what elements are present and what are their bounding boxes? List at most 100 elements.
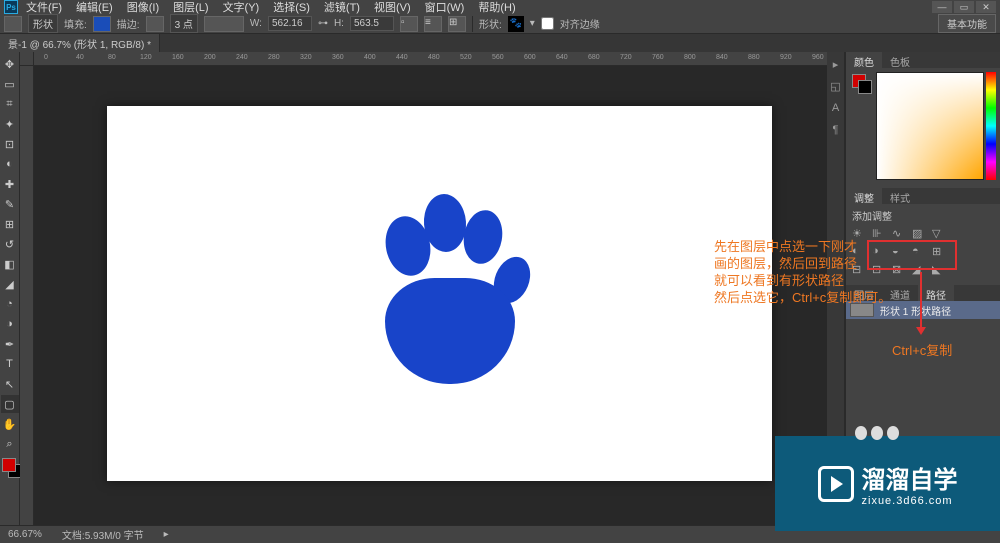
menu-bar: Ps 文件(F) 编辑(E) 图像(I) 图层(L) 文字(Y) 选择(S) 滤…	[0, 0, 1000, 14]
annotation-text: 先在图层中点选一下刚才 画的图层，然后回到路径 就可以看到有形状路径 然后点选它…	[714, 238, 891, 306]
stroke-label: 描边:	[117, 16, 140, 31]
heal-tool[interactable]: ✚	[1, 175, 19, 193]
ruler-corner	[20, 52, 34, 66]
stamp-tool[interactable]: ⊞	[1, 215, 19, 233]
adj-curves-icon[interactable]: ∿	[892, 227, 906, 241]
close-button[interactable]: ✕	[976, 1, 996, 13]
arrange-icon[interactable]: ⊞	[448, 16, 466, 32]
type-tool[interactable]: T	[1, 355, 19, 373]
adjust-title: 添加调整	[852, 208, 994, 223]
canvas[interactable]	[107, 106, 772, 481]
document-tab-bar: 景-1 @ 66.7% (形状 1, RGB/8) *	[0, 34, 1000, 52]
panel-bg-color[interactable]	[858, 80, 872, 94]
watermark-url: zixue.3d66.com	[862, 495, 958, 507]
paw-shape[interactable]	[340, 194, 540, 394]
wand-tool[interactable]: ✦	[1, 115, 19, 133]
lasso-tool[interactable]: ⌗	[1, 95, 19, 113]
color-panel	[846, 68, 1000, 188]
menu-file[interactable]: 文件(F)	[20, 0, 68, 15]
height-input[interactable]	[350, 16, 394, 31]
menu-select[interactable]: 选择(S)	[267, 0, 316, 15]
hand-tool[interactable]: ✋	[1, 415, 19, 433]
blur-tool[interactable]: ◔	[1, 295, 19, 313]
fill-label: 填充:	[64, 16, 87, 31]
adjust-panel-tabs: 调整 样式	[846, 188, 1000, 204]
foreground-color[interactable]	[2, 458, 16, 472]
horizontal-ruler: 0 40 80 120 160 200 240 280 320 360 400 …	[34, 52, 845, 66]
align-icon[interactable]: ≡	[424, 16, 442, 32]
custom-shape-picker[interactable]: 🐾	[508, 16, 524, 32]
color-tab[interactable]: 颜色	[846, 52, 882, 68]
move-tool[interactable]: ✥	[1, 55, 19, 73]
document-tab[interactable]: 景-1 @ 66.7% (形状 1, RGB/8) *	[0, 34, 160, 53]
stroke-style-dropdown[interactable]	[204, 16, 244, 32]
menu-window[interactable]: 窗口(W)	[419, 0, 471, 15]
pen-tool[interactable]: ✒	[1, 335, 19, 353]
path-ops-icon[interactable]: ▫	[400, 16, 418, 32]
doc-size: 文档:5.93M/0 字节	[62, 527, 144, 542]
eraser-tool[interactable]: ◧	[1, 255, 19, 273]
panel-swatches[interactable]	[852, 74, 866, 88]
swatches-tab[interactable]: 色板	[882, 52, 918, 68]
dock-expand-icon[interactable]: ▸	[829, 58, 843, 72]
maximize-button[interactable]: ▭	[954, 1, 974, 13]
shape-tool[interactable]: ▢	[1, 395, 19, 413]
zoom-level[interactable]: 66.67%	[8, 529, 42, 540]
color-swatches[interactable]	[0, 458, 19, 482]
color-picker[interactable]	[876, 72, 984, 180]
paw-main-pad	[385, 278, 515, 384]
zoom-tool[interactable]: ⌕	[1, 435, 19, 453]
styles-tab[interactable]: 样式	[882, 188, 918, 204]
dock-history-icon[interactable]: ◱	[829, 80, 843, 94]
annotation-label: Ctrl+c复制	[892, 340, 952, 359]
menu-view[interactable]: 视图(V)	[368, 0, 417, 15]
eyedropper-tool[interactable]: ◐	[1, 155, 19, 173]
link-icon[interactable]: ⊶	[318, 18, 328, 29]
separator	[472, 16, 473, 32]
watermark-title: 溜溜自学	[862, 460, 958, 495]
stroke-width-input[interactable]: 3 点	[170, 14, 198, 33]
crop-tool[interactable]: ⊡	[1, 135, 19, 153]
adjustments-tab[interactable]: 调整	[846, 188, 882, 204]
width-input[interactable]	[268, 16, 312, 31]
workspace-button[interactable]: 基本功能	[938, 14, 996, 33]
menu-help[interactable]: 帮助(H)	[472, 0, 521, 15]
w-label: W:	[250, 18, 262, 29]
stroke-swatch[interactable]	[146, 16, 164, 32]
watermark: 溜溜自学 zixue.3d66.com	[775, 436, 1000, 531]
h-label: H:	[334, 18, 344, 29]
dodge-tool[interactable]: ◑	[1, 315, 19, 333]
window-controls: — ▭ ✕	[932, 1, 996, 13]
menu-type[interactable]: 文字(Y)	[217, 0, 266, 15]
menu-layer[interactable]: 图层(L)	[167, 0, 214, 15]
shape-mode-dropdown[interactable]: 形状	[28, 14, 58, 33]
menu-edit[interactable]: 编辑(E)	[70, 0, 119, 15]
marquee-tool[interactable]: ▭	[1, 75, 19, 93]
toolbox: ✥ ▭ ⌗ ✦ ⊡ ◐ ✚ ✎ ⊞ ↺ ◧ ◢ ◔ ◑ ✒ T ↖ ▢ ✋ ⌕	[0, 52, 20, 540]
brush-tool[interactable]: ✎	[1, 195, 19, 213]
menu-filter[interactable]: 滤镜(T)	[318, 0, 366, 15]
adj-vibrance-icon[interactable]: ▽	[932, 227, 946, 241]
shape-options-label: 形状:	[479, 16, 502, 31]
annotation-highlight-box	[867, 240, 957, 270]
dock-char-icon[interactable]: A	[829, 102, 843, 116]
shape-dropdown-icon[interactable]: ▾	[530, 18, 535, 29]
status-arrow-icon[interactable]: ▸	[164, 529, 169, 540]
gradient-tool[interactable]: ◢	[1, 275, 19, 293]
minimize-button[interactable]: —	[932, 1, 952, 13]
options-bar: 形状 填充: 描边: 3 点 W: ⊶ H: ▫ ≡ ⊞ 形状: 🐾 ▾ 对齐边…	[0, 14, 1000, 34]
align-edges-checkbox[interactable]	[541, 17, 554, 30]
vertical-ruler	[20, 66, 34, 540]
annotation-arrow	[920, 272, 922, 332]
adj-exposure-icon[interactable]: ▨	[912, 227, 926, 241]
paths-tab[interactable]: 路径	[918, 285, 954, 301]
hue-slider[interactable]	[986, 72, 996, 180]
dock-para-icon[interactable]: ¶	[829, 124, 843, 138]
fill-swatch[interactable]	[93, 16, 111, 32]
play-icon	[818, 466, 854, 502]
path-select-tool[interactable]: ↖	[1, 375, 19, 393]
color-panel-tabs: 颜色 色板	[846, 52, 1000, 68]
history-brush-tool[interactable]: ↺	[1, 235, 19, 253]
menu-image[interactable]: 图像(I)	[121, 0, 165, 15]
tool-preset-icon[interactable]	[4, 16, 22, 32]
